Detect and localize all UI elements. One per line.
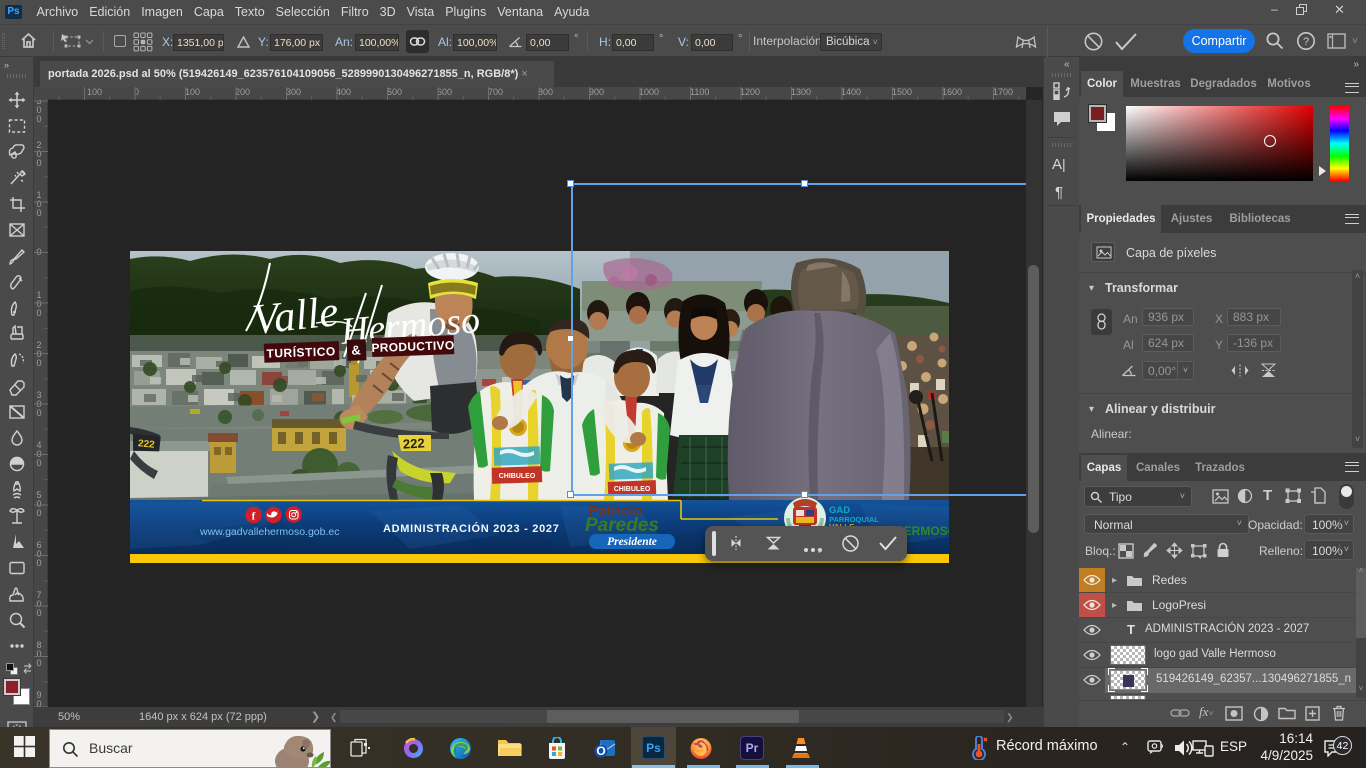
svg-text:222: 222 xyxy=(403,435,425,451)
svg-text:222: 222 xyxy=(137,438,155,451)
svg-text:0: 0 xyxy=(36,208,41,218)
svg-text:&: & xyxy=(351,342,361,357)
svg-text:0: 0 xyxy=(36,308,41,318)
svg-text:0: 0 xyxy=(36,699,41,707)
svg-text:500: 500 xyxy=(387,87,402,97)
svg-text:Paredes: Paredes xyxy=(585,515,659,536)
svg-text:TURÍSTICO: TURÍSTICO xyxy=(266,343,336,360)
svg-text:800: 800 xyxy=(538,87,553,97)
svg-text:PRODUCTIVO: PRODUCTIVO xyxy=(371,338,454,355)
svg-text:O: O xyxy=(596,744,605,758)
svg-text:400: 400 xyxy=(336,87,351,97)
svg-text:Valle: Valle xyxy=(250,288,340,344)
svg-text:0: 0 xyxy=(36,458,41,468)
svg-text:f: f xyxy=(252,511,256,523)
svg-text:0: 0 xyxy=(36,114,41,124)
svg-text:600: 600 xyxy=(437,87,452,97)
svg-text:1000: 1000 xyxy=(639,87,659,97)
svg-text:0: 0 xyxy=(36,608,41,618)
svg-text:1100: 1100 xyxy=(690,87,709,97)
svg-text:0: 0 xyxy=(36,158,41,168)
svg-text:0: 0 xyxy=(36,558,41,568)
svg-text:0: 0 xyxy=(36,658,41,668)
svg-text:ADMINISTRACIÓN 2023 - 2027: ADMINISTRACIÓN 2023 - 2027 xyxy=(383,522,560,535)
svg-text:100: 100 xyxy=(87,87,102,97)
svg-text:1200: 1200 xyxy=(740,87,760,97)
svg-text:www.gadvallehermoso.gob.ec: www.gadvallehermoso.gob.ec xyxy=(199,526,340,538)
svg-text:CHIBULEO: CHIBULEO xyxy=(499,473,536,480)
svg-text:CHIBULEO: CHIBULEO xyxy=(614,486,651,493)
svg-text:?: ? xyxy=(1303,36,1309,48)
svg-text:0: 0 xyxy=(36,508,41,518)
svg-text:1500: 1500 xyxy=(892,87,912,97)
svg-text:100: 100 xyxy=(185,87,200,97)
svg-text:1400: 1400 xyxy=(841,87,861,97)
svg-text:300: 300 xyxy=(286,87,301,97)
svg-text:200: 200 xyxy=(235,87,250,97)
svg-text:Presidente: Presidente xyxy=(607,536,657,548)
svg-text:1300: 1300 xyxy=(791,87,811,97)
svg-text:900: 900 xyxy=(589,87,604,97)
svg-text:0: 0 xyxy=(36,358,41,368)
svg-text:1700: 1700 xyxy=(993,87,1013,97)
svg-text:0: 0 xyxy=(36,408,41,418)
svg-text:700: 700 xyxy=(488,87,503,97)
svg-text:1600: 1600 xyxy=(942,87,962,97)
